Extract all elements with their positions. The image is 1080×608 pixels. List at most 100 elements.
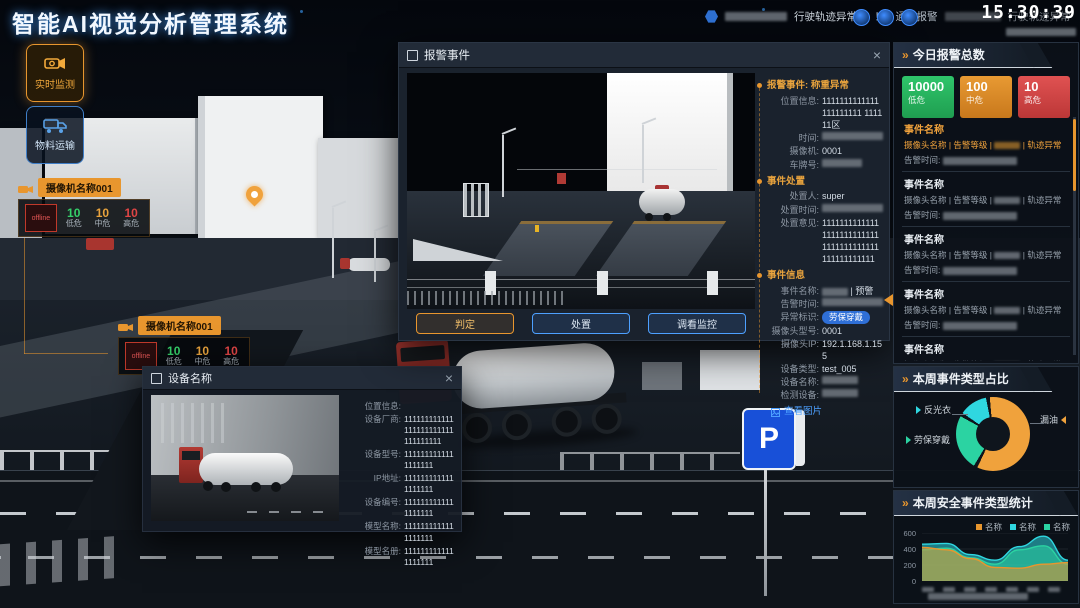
structure — [642, 362, 682, 390]
field-row: 摄像头IP:192.1.168.1.155 — [767, 338, 883, 362]
field-row: 处置时间: — [767, 204, 883, 216]
sidebar-item-realtime-monitor[interactable]: 实时监测 — [26, 44, 84, 102]
field-row: 位置信息:1111111111111111111111 111111区 — [767, 95, 883, 131]
parking-sign-letter: P — [759, 422, 779, 456]
panel-title: 本周安全事件类型统计 — [913, 491, 1033, 515]
building — [700, 350, 760, 390]
connector-line — [24, 238, 25, 354]
timeline-guide — [759, 83, 760, 393]
event-row[interactable]: 事件名称 摄像头名称 | 告警等级 | | 轨迹异常 告警时间: — [902, 282, 1070, 337]
close-icon[interactable]: × — [873, 48, 881, 62]
donut-label-reflective-vest: 反光衣 — [916, 403, 951, 416]
y-tick: 0 — [898, 577, 916, 586]
signal-light — [535, 225, 539, 232]
legend-item: 名称 — [1044, 521, 1070, 533]
panel-collapse-arrow[interactable] — [884, 294, 893, 306]
field-row: IP地址:1111111111111111111 — [345, 473, 455, 495]
image-icon — [771, 408, 780, 417]
wheel-small — [221, 482, 231, 492]
section-event-info: 事件信息 — [757, 270, 883, 283]
stat-low: 10低危 — [62, 207, 86, 229]
stat-low: 10低危 — [162, 345, 186, 367]
camera-label-title[interactable]: 摄像机名称001 — [138, 316, 221, 335]
camera-marker-1[interactable]: 摄像机名称001 offline 10低危 10中危 10高危 — [18, 178, 150, 237]
page-title: 智能AI视觉分析管理系统 — [12, 5, 289, 39]
photo-truck-window — [182, 451, 200, 460]
nav-icon-1[interactable] — [853, 9, 870, 26]
modal-icon — [407, 50, 418, 61]
stat-mid: 10中危 — [191, 345, 215, 367]
handle-button[interactable]: 处置 — [532, 313, 630, 334]
panel-alarm-summary: »今日报警总数 10000低危 100中危 10高危 事件名称 摄像头名称 | … — [893, 42, 1079, 364]
truck-icon — [43, 118, 67, 134]
camera-label-body: offline 10低危 10中危 10高危 — [18, 199, 150, 237]
offline-text: offline — [132, 353, 151, 360]
connector-line — [24, 353, 108, 354]
alarm-details: 报警事件: 称重异常 位置信息:1111111111111111111111 1… — [757, 75, 883, 419]
device-icon — [151, 373, 162, 384]
modal-button-row: 判定 处置 调看监控 — [407, 313, 755, 334]
camera-label-title[interactable]: 摄像机名称001 — [38, 178, 121, 197]
redacted-value — [822, 376, 858, 384]
camera-icon — [44, 55, 66, 73]
redacted-value — [822, 204, 883, 212]
redacted-footer — [928, 593, 1028, 600]
alarm-snapshot — [407, 73, 755, 309]
field-row: 设备名称: — [767, 376, 883, 388]
clock-time: 15:30:39 — [981, 3, 1076, 23]
chart-legend: 名称 名称 名称 — [976, 521, 1070, 533]
section-alarm-event: 报警事件: 称重异常 — [757, 80, 883, 93]
sidebar-item-label: 物料运输 — [35, 137, 75, 152]
hatch-strip — [407, 291, 567, 305]
card-mid-risk: 100中危 — [960, 76, 1012, 118]
chevron-icon: » — [902, 43, 909, 67]
event-row[interactable]: 事件名称 摄像头名称 | 告警等级 | | 轨迹异常 告警时间: — [902, 227, 1070, 282]
field-row: 摄像头型号:0001 — [767, 325, 883, 337]
event-row[interactable]: 事件名称 摄像头名称 | 告警等级 | | 轨迹异常 告警时间: — [902, 117, 1070, 172]
close-icon[interactable]: × — [445, 371, 453, 385]
modal-title: 设备名称 — [168, 370, 212, 386]
device-fields: 位置信息: 设备厂商:11111111111111111111111111111… — [345, 399, 455, 570]
scrollbar-thumb[interactable] — [1073, 119, 1076, 191]
judge-button[interactable]: 判定 — [416, 313, 514, 334]
card-low-risk: 10000低危 — [902, 76, 954, 118]
field-row: 位置信息: — [345, 401, 455, 412]
particle-dot — [300, 10, 303, 13]
camera-offline-thumb: offline — [25, 204, 57, 232]
view-image-link[interactable]: 查看图片 — [771, 406, 883, 419]
offline-text: offline — [32, 215, 51, 222]
redacted-text — [725, 12, 787, 21]
event-row[interactable]: 事件名称 摄像头名称 | 告警等级 | | 轨迹异常 告警时间: — [902, 337, 1070, 361]
photo-shelving — [161, 403, 231, 443]
field-row: 设备厂商:111111111111111111111111111111111 — [345, 414, 455, 447]
nav-icon-3[interactable] — [901, 9, 918, 26]
modal-header: 设备名称 × — [143, 367, 461, 390]
donut-label-labor-protection: 劳保穿戴 — [906, 433, 950, 446]
building — [318, 138, 404, 238]
event-list: 事件名称 摄像头名称 | 告警等级 | | 轨迹异常 告警时间: 事件名称 摄像… — [902, 117, 1070, 361]
redacted-value — [822, 132, 883, 140]
field-row: 摄像机:0001 — [767, 145, 883, 157]
redacted-value — [822, 159, 862, 167]
modal-title: 报警事件 — [424, 47, 470, 63]
field-row: 模型名称:1111111111111111111 — [345, 521, 455, 543]
tank-cylinder — [451, 341, 617, 410]
pipe-line — [517, 169, 717, 170]
fence-post — [707, 271, 718, 295]
field-row: 设备类型:test_005 — [767, 363, 883, 375]
sidebar-item-material-transport[interactable]: 物料运输 — [26, 106, 84, 164]
nav-icon-2[interactable] — [877, 9, 894, 26]
wheel-small — [203, 481, 213, 491]
platform-wedge — [413, 239, 503, 261]
stat-high: 10高危 — [219, 345, 243, 367]
small-tanker — [348, 258, 390, 271]
y-tick: 200 — [898, 561, 916, 570]
view-monitor-button[interactable]: 调看监控 — [648, 313, 746, 334]
wheel-small — [271, 482, 281, 492]
wheel-small — [251, 482, 261, 492]
field-row: 处置意见:11111111111111111111111111111111111… — [767, 217, 883, 266]
redacted-value — [822, 389, 858, 397]
modal-header: 报警事件 × — [399, 43, 889, 68]
field-row: 模型名册:1111111111111111111 — [345, 546, 455, 568]
event-row[interactable]: 事件名称 摄像头名称 | 告警等级 | | 轨迹异常 告警时间: — [902, 172, 1070, 227]
